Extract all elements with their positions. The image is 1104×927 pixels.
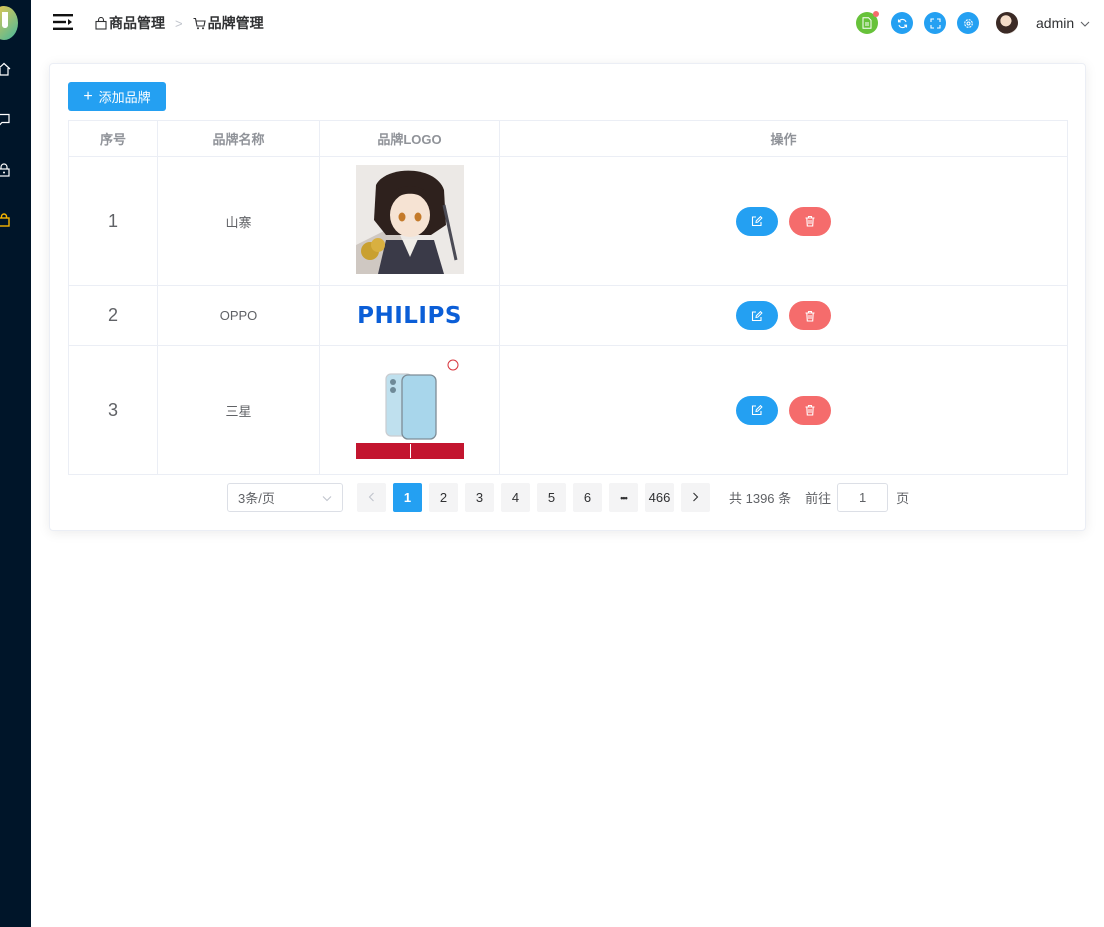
brand-table: 序号 品牌名称 品牌LOGO 操作 1 山寨 2 OPPO PHILIPS 3 … — [68, 120, 1068, 475]
chevron-right-icon: > — [175, 15, 183, 31]
row-actions — [499, 345, 1068, 475]
user-name[interactable]: admin — [1036, 15, 1074, 31]
breadcrumb-item-goods[interactable]: 商品管理 — [95, 13, 165, 33]
refresh-button[interactable] — [891, 12, 913, 34]
next-page-button[interactable] — [681, 483, 710, 512]
table-header-row: 序号 品牌名称 品牌LOGO 操作 — [68, 120, 1068, 157]
brand-name: OPPO — [157, 285, 320, 346]
lock-icon[interactable] — [0, 163, 11, 177]
page-button[interactable]: 6 — [573, 483, 602, 512]
delete-button[interactable] — [789, 301, 831, 330]
total-count: 共 1396 条 — [729, 491, 792, 506]
brand-name: 三星 — [157, 345, 320, 475]
goto-label: 前往 — [805, 491, 832, 506]
brand-name: 山寨 — [157, 156, 320, 286]
add-brand-button[interactable]: + 添加品牌 — [68, 82, 166, 111]
document-button[interactable] — [856, 11, 879, 34]
settings-button[interactable] — [957, 12, 979, 34]
brand-logo-image: PHILIPS — [357, 303, 462, 329]
fullscreen-button[interactable] — [924, 12, 946, 34]
sidebar — [0, 0, 31, 927]
pagination: 3条/页 1 2 3 4 5 6 ••• 466 共 1396 条 前往 1 页 — [227, 483, 909, 512]
page-size-value: 3条/页 — [238, 491, 275, 506]
add-brand-label: 添加品牌 — [98, 90, 151, 105]
row-index: 2 — [68, 285, 158, 346]
brand-logo-cell: PHILIPS — [319, 285, 500, 346]
chevron-left-icon — [368, 490, 375, 505]
page-button[interactable]: 3 — [465, 483, 494, 512]
document-icon — [862, 17, 872, 29]
column-header-actions: 操作 — [499, 120, 1068, 157]
app-logo — [0, 6, 18, 40]
avatar[interactable] — [996, 12, 1018, 34]
prev-page-button[interactable] — [357, 483, 386, 512]
row-index: 3 — [68, 345, 158, 475]
refresh-icon — [897, 18, 908, 29]
row-actions — [499, 156, 1068, 286]
chevron-right-icon — [692, 490, 699, 505]
delete-button[interactable] — [789, 206, 831, 236]
edit-icon — [751, 215, 763, 227]
edit-button[interactable] — [736, 206, 778, 236]
bag-icon — [95, 16, 107, 30]
column-header-logo: 品牌LOGO — [319, 120, 500, 157]
chevron-down-icon — [322, 490, 332, 505]
chevron-down-icon[interactable] — [1080, 15, 1090, 31]
shopping-bag-icon[interactable] — [0, 213, 11, 227]
delete-button[interactable] — [789, 395, 831, 425]
page-button-last[interactable]: 466 — [645, 483, 674, 512]
trash-icon — [804, 404, 816, 416]
edit-icon — [751, 404, 763, 416]
plus-icon: + — [83, 87, 93, 105]
message-icon[interactable] — [0, 113, 11, 127]
brand-logo-cell — [319, 345, 500, 475]
brand-logo-image — [355, 165, 464, 277]
page-button[interactable]: 5 — [537, 483, 566, 512]
page-size-select[interactable]: 3条/页 — [227, 483, 343, 512]
column-header-index: 序号 — [68, 120, 158, 157]
fullscreen-icon — [929, 17, 941, 29]
row-index: 1 — [68, 156, 158, 286]
trash-icon — [804, 215, 816, 227]
brand-logo-text: PHILIPS — [357, 302, 462, 329]
table-row: 2 OPPO PHILIPS — [68, 285, 1068, 346]
cart-icon — [193, 17, 206, 30]
row-actions — [499, 285, 1068, 346]
table-row: 1 山寨 — [68, 156, 1068, 286]
trash-icon — [804, 310, 816, 322]
breadcrumb: 商品管理 > 品牌管理 — [95, 13, 264, 33]
page-suffix: 页 — [896, 491, 910, 506]
brand-logo-image — [355, 358, 464, 462]
brand-card: + 添加品牌 序号 品牌名称 品牌LOGO 操作 1 山寨 2 OPPO PHI… — [49, 63, 1086, 531]
top-header: 商品管理 > 品牌管理 admin — [31, 0, 1104, 44]
menu-toggle-icon[interactable] — [53, 13, 73, 31]
home-icon[interactable] — [0, 62, 11, 76]
goto-page-input[interactable]: 1 — [837, 483, 889, 512]
breadcrumb-label: 商品管理 — [109, 15, 165, 31]
breadcrumb-label: 品牌管理 — [207, 15, 264, 31]
more-pages-button[interactable]: ••• — [609, 483, 638, 512]
breadcrumb-item-brand: 品牌管理 — [193, 13, 264, 33]
edit-icon — [751, 310, 763, 322]
page-button[interactable]: 1 — [393, 483, 422, 512]
brand-logo-cell — [319, 156, 500, 286]
page-button[interactable]: 2 — [429, 483, 458, 512]
settings-icon — [963, 18, 974, 29]
edit-button[interactable] — [736, 395, 778, 425]
page-button[interactable]: 4 — [501, 483, 530, 512]
column-header-name: 品牌名称 — [157, 120, 320, 157]
table-row: 3 三星 — [68, 345, 1068, 475]
notification-dot — [873, 11, 879, 17]
edit-button[interactable] — [736, 301, 778, 330]
